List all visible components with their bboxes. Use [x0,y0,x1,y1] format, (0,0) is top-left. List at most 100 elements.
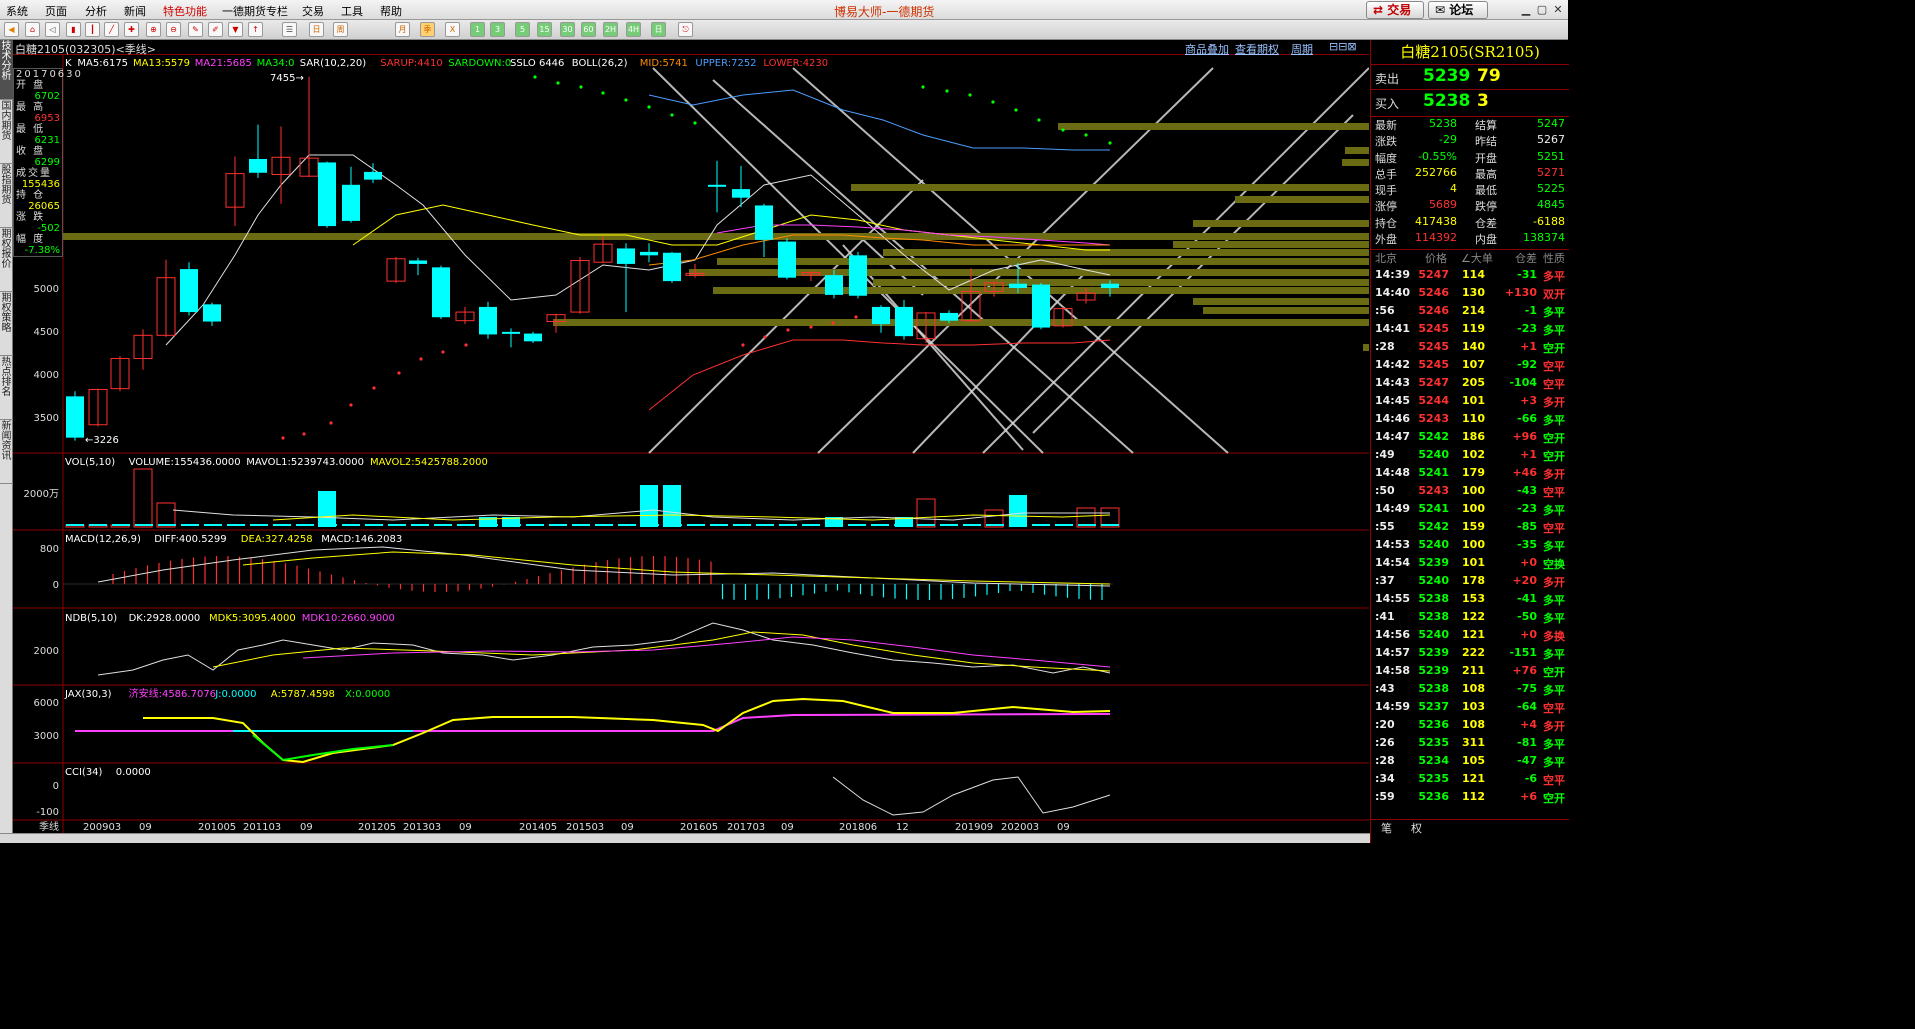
tick-row[interactable]: :34 5235 121 -6 空平 [1371,770,1569,788]
tick-row[interactable]: :49 5240 102 +1 空开 [1371,446,1569,464]
tick-row[interactable]: :56 5246 214 -1 多平 [1371,302,1569,320]
tick-row[interactable]: 14:59 5237 103 -64 空平 [1371,698,1569,716]
period-60-button[interactable]: 60 [581,22,596,37]
menu-yide-column[interactable]: 一德期货专栏 [222,3,288,19]
period-quarter-button[interactable]: 季 [420,22,435,37]
tick-row[interactable]: :20 5236 108 +4 多开 [1371,716,1569,734]
arrow-up-icon[interactable]: ↑ [248,22,263,37]
prev-icon[interactable]: ◁ [45,22,60,37]
layout-icon[interactable]: ⊟⊟⊠ [1329,40,1357,53]
tick-row[interactable]: 14:41 5245 119 -23 多平 [1371,320,1569,338]
menu-help[interactable]: 帮助 [380,3,402,19]
tick-price: 5238 [1418,592,1449,605]
brush-icon[interactable]: ✐ [208,22,223,37]
period-week-button[interactable]: 周 [333,22,348,37]
tick-row[interactable]: 14:53 5240 100 -35 多平 [1371,536,1569,554]
tick-row[interactable]: 14:43 5247 205 -104 空平 [1371,374,1569,392]
tick-row[interactable]: 14:55 5238 153 -41 多平 [1371,590,1569,608]
tab-news[interactable]: 新闻资讯 [0,420,13,484]
close-icon[interactable]: ✕ [1550,2,1566,17]
period-month-button[interactable]: 月 [395,22,410,37]
tick-row[interactable]: 14:48 5241 179 +46 多开 [1371,464,1569,482]
tick-row[interactable]: 14:57 5239 222 -151 多平 [1371,644,1569,662]
menu-features[interactable]: 特色功能 [163,3,207,19]
tick-row[interactable]: :26 5235 311 -81 多平 [1371,734,1569,752]
period-5-button[interactable]: 5 [515,22,530,37]
line-tool-icon[interactable]: ╱ [104,22,119,37]
tab-option-quotes[interactable]: 期权报价 [0,228,13,292]
sell-price[interactable]: 5239 [1423,66,1470,86]
tab-domestic-futures[interactable]: 国内期货 [0,100,13,164]
period-3-button[interactable]: 3 [490,22,505,37]
period-1-button[interactable]: 1 [470,22,485,37]
zoom-in-icon[interactable]: ⊕ [146,22,161,37]
tick-row[interactable]: :41 5238 122 -50 多平 [1371,608,1569,626]
trade-button[interactable]: ⇄ 交易 [1366,1,1424,19]
volume-bar-small [710,524,728,526]
x-tick-label: 09 [300,822,313,833]
tab-option-strategy[interactable]: 期权策略 [0,292,13,356]
x-tick-label: 201005 [198,822,236,833]
tick-row[interactable]: :37 5240 178 +20 多开 [1371,572,1569,590]
chart-area[interactable]: K MA5:6175 MA13:5579 MA21:5685 MA34:0 SAR(10,… [13,55,1369,833]
tick-list[interactable]: 14:39 5247 114 -31 多平 14:40 5246 130 +130 双开:56 52… [1371,266,1569,806]
tick-row[interactable]: :50 5243 100 -43 空平 [1371,482,1569,500]
menu-system[interactable]: 系统 [6,3,28,19]
buy-price[interactable]: 5238 [1423,91,1470,111]
list-icon[interactable]: ☰ [282,22,297,37]
x-tick-label: 201605 [680,822,718,833]
tick-row[interactable]: 14:42 5245 107 -92 空平 [1371,356,1569,374]
tab-index-futures[interactable]: 股指期货 [0,164,13,228]
tick-row[interactable]: :55 5242 159 -85 空平 [1371,518,1569,536]
tick-row[interactable]: 14:54 5239 101 +0 空换 [1371,554,1569,572]
tick-row[interactable]: 14:45 5244 101 +3 多开 [1371,392,1569,410]
tick-row[interactable]: 14:56 5240 121 +0 多换 [1371,626,1569,644]
period-x-button[interactable]: X [445,22,460,37]
period-15-button[interactable]: 15 [537,22,552,37]
maximize-icon[interactable]: ▢ [1534,2,1550,17]
period-day-button[interactable]: 日 [309,22,324,37]
filter-icon[interactable]: ▼ [228,22,243,37]
tick-row[interactable]: 14:46 5243 110 -66 多平 [1371,410,1569,428]
menu-analysis[interactable]: 分析 [85,3,107,19]
tick-row[interactable]: 14:47 5242 186 +96 空开 [1371,428,1569,446]
candle-body-down [249,159,267,173]
menu-news[interactable]: 新闻 [124,3,146,19]
back-icon[interactable]: ◀ [4,22,19,37]
trade-button-label: 交易 [1387,3,1412,17]
calendar-button[interactable]: 日 [651,22,666,37]
tick-row[interactable]: :28 5234 105 -47 多平 [1371,752,1569,770]
menu-tools[interactable]: 工具 [341,3,363,19]
period-4h-button[interactable]: 4H [626,22,641,37]
mdk5-line [212,631,1111,672]
period-2h-button[interactable]: 2H [603,22,618,37]
period-30-button[interactable]: 30 [560,22,575,37]
zoom-out-icon[interactable]: ⊖ [166,22,181,37]
tab-hot-ranking[interactable]: 热点排名 [0,356,13,420]
sar-dot-down [945,89,949,93]
tick-row[interactable]: 14:58 5239 211 +76 空开 [1371,662,1569,680]
bar-chart-icon[interactable]: ▮ [66,22,81,37]
minimize-icon[interactable]: ▁ [1518,2,1534,17]
tick-row[interactable]: 14:39 5247 114 -31 多平 [1371,266,1569,284]
tick-nature: 多开 [1543,720,1565,733]
volume-profile-bars [63,123,1369,351]
forum-button[interactable]: ✉ 论坛 [1428,1,1488,19]
tab-ticks[interactable]: 笔 [1381,820,1392,836]
tick-row[interactable]: 14:49 5241 100 -23 多平 [1371,500,1569,518]
exit-icon[interactable]: ⎋ [678,22,693,37]
cross-icon[interactable]: ✚ [124,22,139,37]
menu-trade[interactable]: 交易 [302,3,324,19]
tick-row[interactable]: :28 5245 140 +1 空开 [1371,338,1569,356]
info-label: 持 仓 [16,190,46,201]
volume-bar [916,498,936,528]
tab-technical-analysis[interactable]: 技术分析 [0,40,13,100]
tick-row[interactable]: :43 5238 108 -75 多平 [1371,680,1569,698]
menu-page[interactable]: 页面 [45,3,67,19]
pen-icon[interactable]: ✎ [188,22,203,37]
tick-row[interactable]: 14:40 5246 130 +130 双开 [1371,284,1569,302]
tick-row[interactable]: :59 5236 112 +6 空开 [1371,788,1569,806]
tab-rights[interactable]: 权 [1411,820,1422,836]
home-icon[interactable]: ⌂ [25,22,40,37]
candle-icon[interactable]: ┃ [85,22,100,37]
